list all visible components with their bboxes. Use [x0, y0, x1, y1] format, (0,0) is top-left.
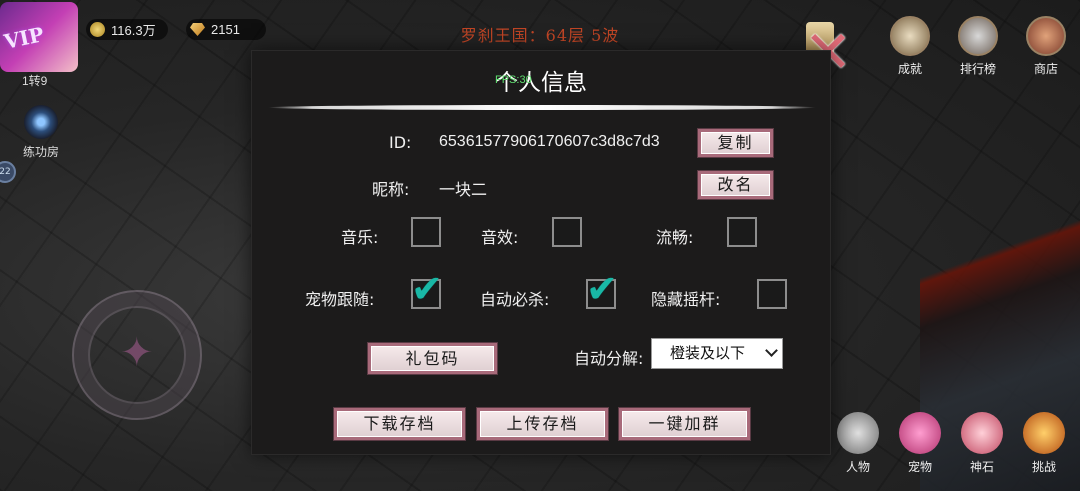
menu-character[interactable]: 人物 — [832, 412, 884, 475]
divine-stone-icon — [961, 412, 1003, 454]
id-label: ID: — [389, 133, 412, 152]
hide-joystick-label: 隐藏摇杆: — [651, 290, 721, 309]
training-room-label: 练功房 — [22, 145, 59, 159]
nickname-value: 一块二 — [439, 182, 488, 199]
fps-overlay: FPS:30 — [495, 74, 532, 86]
virtual-joystick[interactable] — [72, 290, 202, 420]
challenge-icon — [1023, 412, 1065, 454]
join-group-button[interactable]: 一键加群 — [619, 408, 750, 440]
menu-pet[interactable]: 宠物 — [894, 412, 946, 475]
id-value: 65361577906170607c3d8c7d3 — [439, 133, 660, 150]
menu-shop[interactable]: 商店 — [1012, 16, 1080, 77]
smooth-checkbox[interactable] — [727, 217, 757, 247]
auto-decompose-label: 自动分解: — [574, 349, 644, 368]
chevron-down-icon — [765, 344, 778, 357]
bottom-menu: 人物 宠物 神石 挑战 — [832, 412, 1070, 475]
menu-leaderboard-label: 排行榜 — [959, 62, 996, 76]
dialog-title: 个人信息 — [495, 70, 587, 96]
auto-ultimate-label: 自动必杀: — [480, 290, 550, 309]
smooth-label: 流畅: — [656, 228, 694, 247]
checkmark-icon: ✔ — [411, 267, 443, 311]
menu-pet-label: 宠物 — [907, 460, 932, 474]
sound-checkbox[interactable] — [552, 217, 582, 247]
training-room-button[interactable]: 练功房 — [14, 105, 68, 160]
title-divider — [268, 105, 816, 110]
download-save-button[interactable]: 下载存档 — [334, 408, 465, 440]
upload-save-button[interactable]: 上传存档 — [477, 408, 608, 440]
auto-ultimate-checkbox[interactable]: ✔ — [586, 269, 618, 309]
training-room-icon — [24, 105, 58, 139]
music-label: 音乐: — [341, 228, 379, 247]
pet-follow-label: 宠物跟随: — [305, 290, 375, 309]
menu-challenge-label: 挑战 — [1031, 460, 1056, 474]
character-icon — [837, 412, 879, 454]
checkmark-icon: ✔ — [586, 267, 618, 311]
auto-decompose-select[interactable]: 橙装及以下 — [651, 338, 783, 369]
menu-achievement[interactable]: 成就 — [876, 16, 944, 77]
top-menu: 成就 排行榜 商店 — [876, 16, 1080, 77]
rename-button[interactable]: 改名 — [698, 171, 773, 199]
nickname-label: 昵称: — [372, 180, 410, 199]
shop-icon — [1026, 16, 1066, 56]
copy-button[interactable]: 复制 — [698, 129, 773, 157]
personal-info-dialog: 个人信息 FPS:30 ID: 65361577906170607c3d8c7d… — [251, 50, 831, 455]
menu-shop-label: 商店 — [1033, 62, 1058, 76]
menu-divine-stone[interactable]: 神石 — [956, 412, 1008, 475]
achievement-icon — [890, 16, 930, 56]
pet-follow-checkbox[interactable]: ✔ — [411, 269, 443, 309]
menu-challenge[interactable]: 挑战 — [1018, 412, 1070, 475]
music-checkbox[interactable] — [411, 217, 441, 247]
menu-leaderboard[interactable]: 排行榜 — [944, 16, 1012, 77]
rank-label: 1转9 — [22, 74, 48, 88]
menu-character-label: 人物 — [845, 460, 870, 474]
menu-achievement-label: 成就 — [897, 62, 922, 76]
menu-divine-stone-label: 神石 — [969, 460, 994, 474]
pet-icon — [899, 412, 941, 454]
gift-code-button[interactable]: 礼包码 — [368, 343, 497, 374]
sound-label: 音效: — [481, 228, 519, 247]
hide-joystick-checkbox[interactable] — [757, 279, 787, 309]
auto-decompose-value: 橙装及以下 — [670, 344, 746, 362]
leaderboard-icon — [958, 16, 998, 56]
